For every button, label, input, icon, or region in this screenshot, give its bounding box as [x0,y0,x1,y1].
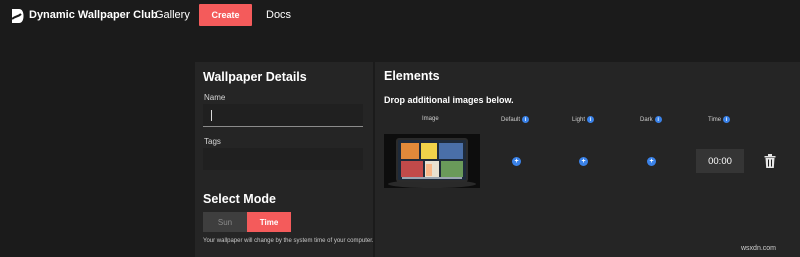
tags-input[interactable] [203,148,363,170]
nav-docs-link[interactable]: Docs [266,9,291,21]
mode-time-button[interactable]: Time [247,212,291,232]
tablet-image [384,134,480,188]
wallpaper-details-title: Wallpaper Details [203,70,307,84]
top-nav: Dynamic Wallpaper Club Gallery Create Do… [0,0,800,34]
trash-icon[interactable] [764,154,776,168]
elements-subtitle: Drop additional images below. [384,95,514,105]
column-light-label: Light [572,116,586,123]
text-caret [211,110,212,121]
name-label: Name [204,93,226,102]
column-time: Time i [708,116,731,123]
time-input[interactable]: 00:00 [696,149,744,173]
info-icon[interactable]: i [723,116,731,123]
column-default-label: Default [501,116,521,123]
column-image-label: Image [422,116,439,122]
tags-label: Tags [204,137,221,146]
column-dark: Dark i [640,116,662,123]
nav-create-button[interactable]: Create [199,4,252,26]
column-image: Image [422,116,439,122]
mode-toggle: Sun Time [203,212,291,232]
elements-title: Elements [384,69,440,83]
name-input[interactable] [203,104,363,127]
column-default: Default i [501,116,530,123]
info-icon[interactable]: i [587,116,595,123]
brand-name[interactable]: Dynamic Wallpaper Club [29,9,158,21]
wallpaper-image-thumbnail[interactable] [384,134,480,188]
default-add-button[interactable]: + [512,157,521,166]
light-add-button[interactable]: + [579,157,588,166]
dark-add-button[interactable]: + [647,157,656,166]
info-icon[interactable]: i [654,116,662,123]
column-time-label: Time [708,116,722,123]
mode-sun-button[interactable]: Sun [203,212,247,232]
column-dark-label: Dark [640,116,653,123]
mode-description: Your wallpaper will change by the system… [203,238,374,244]
watermark: wsxdn.com [741,245,777,252]
logo-icon[interactable] [10,8,24,24]
info-icon[interactable]: i [522,116,530,123]
nav-gallery-link[interactable]: Gallery [155,9,190,21]
column-light: Light i [572,116,595,123]
select-mode-title: Select Mode [203,192,276,206]
